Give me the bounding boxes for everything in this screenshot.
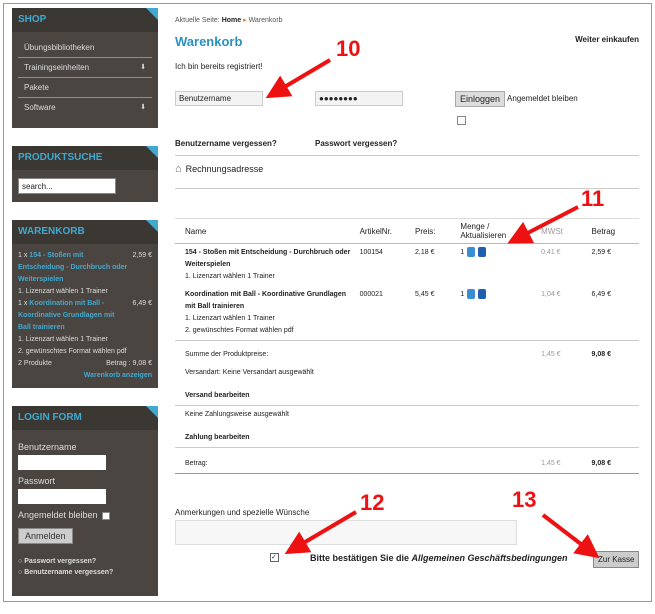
arrow-10 <box>265 58 332 99</box>
annotation-arrows <box>265 58 600 559</box>
arrow-12 <box>284 510 358 555</box>
arrow-11 <box>507 205 579 244</box>
arrow-13 <box>541 513 600 559</box>
